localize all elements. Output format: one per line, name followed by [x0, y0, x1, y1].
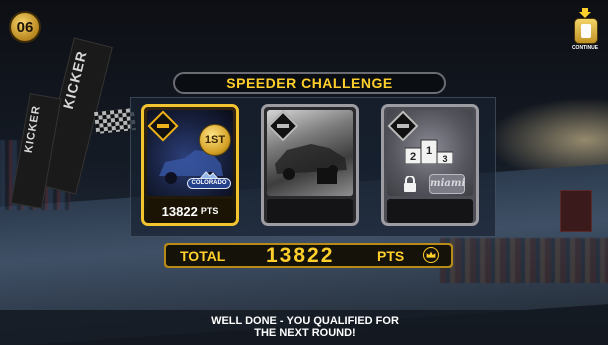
event-card-1-score: 13822 PTS	[147, 199, 233, 223]
crown-icon	[423, 247, 439, 263]
event-card-3[interactable]: 2 1 3 miami	[381, 104, 479, 226]
podium-third: 3	[442, 154, 447, 164]
kicker-banner-text: KICKER	[59, 48, 90, 111]
continue-label: CONTINUE	[571, 45, 599, 51]
placement-label: 1ST	[204, 134, 226, 146]
event-diamond-icon	[147, 110, 179, 142]
podium-icon: 2 1 3	[405, 139, 453, 164]
continue-button[interactable]: CONTINUE	[566, 8, 604, 58]
event-card-1[interactable]: 1ST COLORADO 13822 PTS	[141, 104, 239, 226]
event-card-3-footer	[387, 199, 473, 223]
miami-logo: miami	[429, 174, 465, 194]
colorado-logo-text: COLORADO	[187, 178, 231, 189]
event-card-2-image	[267, 110, 353, 196]
crowd-right	[440, 238, 608, 283]
event-card-3-image: 2 1 3 miami	[387, 110, 473, 196]
challenge-title-bar: SPEEDER CHALLENGE	[173, 72, 446, 94]
lock-icon	[404, 176, 416, 192]
result-message-line-1: WELL DONE - YOU QUALIFIED FOR	[211, 315, 399, 327]
podium-first: 1	[426, 145, 432, 157]
colorado-logo: COLORADO	[187, 170, 231, 190]
podium-second: 2	[410, 151, 416, 163]
total-score-bar: TOTAL 13822 PTS	[164, 243, 453, 268]
message-bar: WELL DONE - YOU QUALIFIED FOR THE NEXT R…	[0, 310, 608, 345]
event-card-2-score	[267, 199, 353, 223]
red-sign	[560, 190, 592, 232]
round-number: 06	[16, 18, 34, 36]
event-card-1-points-unit: PTS	[200, 206, 219, 216]
challenge-title: SPEEDER CHALLENGE	[226, 75, 393, 91]
event-card-2[interactable]	[261, 104, 359, 226]
total-unit: PTS	[377, 248, 405, 264]
controller-button-icon	[574, 18, 598, 44]
total-value: 13822	[266, 244, 335, 267]
continue-arrow-icon	[579, 8, 591, 18]
round-badge-icon: 06	[9, 11, 41, 43]
medal-icon: 1ST	[199, 124, 231, 156]
event-card-1-image: 1ST COLORADO	[147, 110, 233, 196]
result-message-line-2: THE NEXT ROUND!	[254, 327, 356, 339]
result-message: WELL DONE - YOU QUALIFIED FOR THE NEXT R…	[130, 315, 480, 339]
total-label: TOTAL	[180, 248, 226, 264]
event-card-1-points: 13822	[161, 203, 198, 219]
